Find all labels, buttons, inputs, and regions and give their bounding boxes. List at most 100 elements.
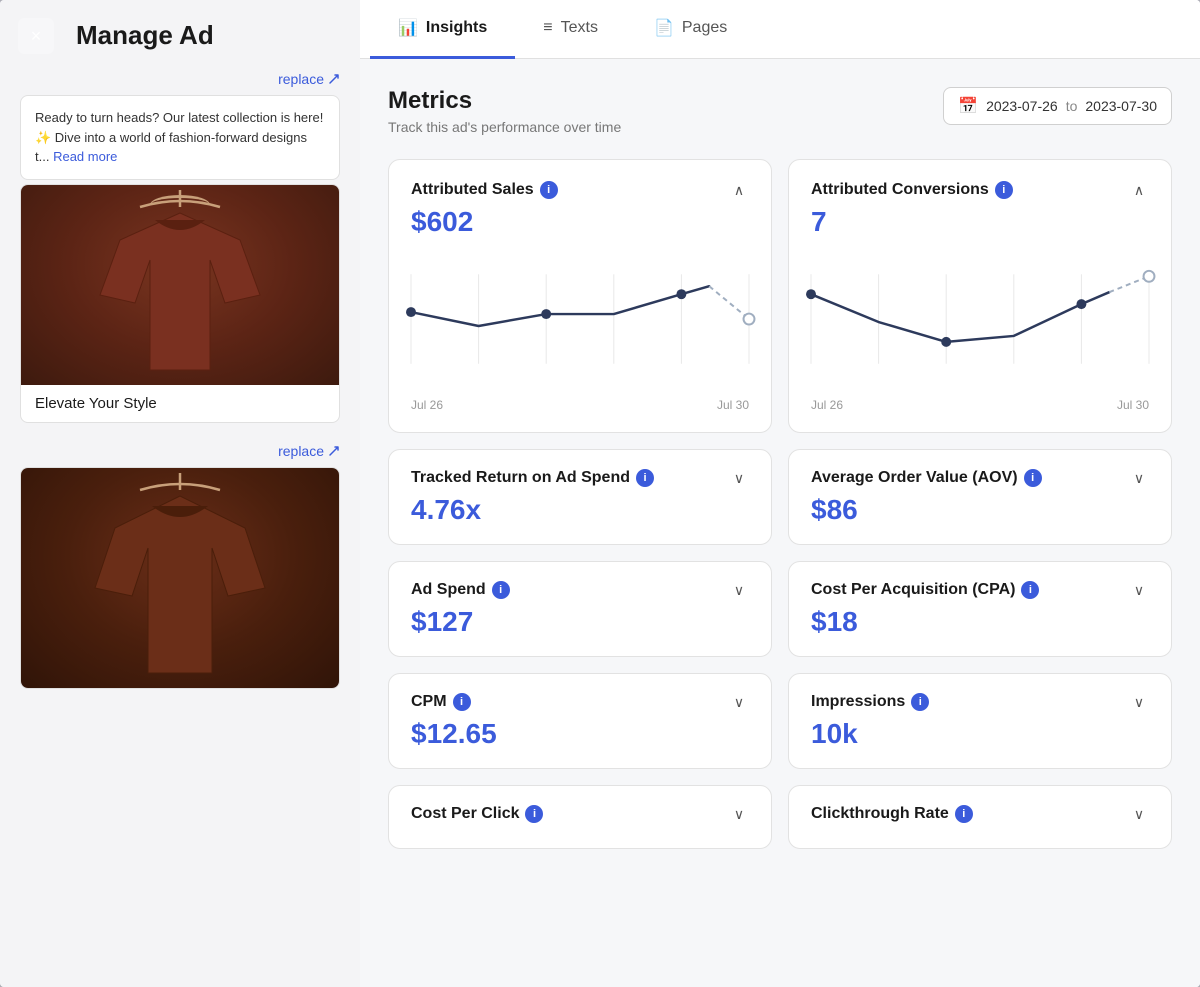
chart-svg-attributed-conversions <box>811 254 1149 394</box>
metric-card-ad-spend[interactable]: Ad Spend i ∨ $127 <box>388 561 772 657</box>
chart-label-right-attributed-conversions: Jul 30 <box>1117 398 1149 412</box>
metric-card-aov[interactable]: Average Order Value (AOV) i ∨ $86 <box>788 449 1172 545</box>
texts-icon: ≡ <box>543 19 552 37</box>
metric-card-tracked-roas[interactable]: Tracked Return on Ad Spend i ∨ 4.76x <box>388 449 772 545</box>
chart-svg-attributed-sales <box>411 254 749 394</box>
main-content: 📊 Insights ≡ Texts 📄 Pages Metrics <box>360 0 1200 987</box>
metric-card-cpa[interactable]: Cost Per Acquisition (CPA) i ∨ $18 <box>788 561 1172 657</box>
pages-icon: 📄 <box>654 18 674 38</box>
date-range-picker[interactable]: 📅 2023-07-26 to 2023-07-30 <box>943 87 1172 125</box>
tab-texts[interactable]: ≡ Texts <box>515 0 626 59</box>
info-icon-cpc[interactable]: i <box>525 805 543 823</box>
card-title-row-cpm: CPM i <box>411 693 471 711</box>
chevron-down-ctr[interactable]: ∨ <box>1129 804 1149 824</box>
ad-caption: Elevate Your Style <box>21 385 339 422</box>
card-header-impressions: Impressions i ∨ <box>811 692 1149 712</box>
card-title-ad-spend: Ad Spend <box>411 581 486 599</box>
metric-value-attributed-conversions: 7 <box>811 206 1149 238</box>
card-title-tracked-roas: Tracked Return on Ad Spend <box>411 469 630 487</box>
sweater-image-1 <box>21 185 339 385</box>
chevron-down-cpa[interactable]: ∨ <box>1129 580 1149 600</box>
card-title-row-cpa: Cost Per Acquisition (CPA) i <box>811 581 1039 599</box>
tab-insights[interactable]: 📊 Insights <box>370 0 515 59</box>
card-header-ctr: Clickthrough Rate i ∨ <box>811 804 1149 824</box>
card-title-attributed-sales: Attributed Sales <box>411 181 534 199</box>
metrics-header: Metrics Track this ad's performance over… <box>388 87 1172 135</box>
card-title-row-ad-spend: Ad Spend i <box>411 581 510 599</box>
card-title-impressions: Impressions <box>811 693 905 711</box>
tab-bar: 📊 Insights ≡ Texts 📄 Pages <box>360 0 1200 59</box>
metric-value-cpm: $12.65 <box>411 718 749 750</box>
metric-card-cpm[interactable]: CPM i ∨ $12.65 <box>388 673 772 769</box>
chart-labels-attributed-conversions: Jul 26 Jul 30 <box>811 398 1149 412</box>
chevron-down-ad-spend[interactable]: ∨ <box>729 580 749 600</box>
metrics-subtitle: Track this ad's performance over time <box>388 119 621 135</box>
info-icon-impressions[interactable]: i <box>911 693 929 711</box>
replace-link-1[interactable]: replace <box>20 71 340 87</box>
metric-value-aov: $86 <box>811 494 1149 526</box>
metric-value-impressions: 10k <box>811 718 1149 750</box>
metric-card-ctr[interactable]: Clickthrough Rate i ∨ <box>788 785 1172 849</box>
metric-card-attributed-conversions[interactable]: Attributed Conversions i ∧ 7 <box>788 159 1172 433</box>
replace-icon-1 <box>328 73 340 85</box>
card-title-attributed-conversions: Attributed Conversions <box>811 181 989 199</box>
metric-card-impressions[interactable]: Impressions i ∨ 10k <box>788 673 1172 769</box>
chart-attributed-conversions <box>811 254 1149 394</box>
calendar-icon: 📅 <box>958 96 978 116</box>
chevron-down-cpc[interactable]: ∨ <box>729 804 749 824</box>
chevron-down-cpm[interactable]: ∨ <box>729 692 749 712</box>
info-icon-tracked-roas[interactable]: i <box>636 469 654 487</box>
sweater-svg-1 <box>21 185 339 385</box>
date-from: 2023-07-26 <box>986 98 1058 114</box>
second-ad-section: replace <box>20 443 340 689</box>
card-title-row-aov: Average Order Value (AOV) i <box>811 469 1042 487</box>
close-button[interactable]: × <box>18 18 54 54</box>
card-header-aov: Average Order Value (AOV) i ∨ <box>811 468 1149 488</box>
card-title-row-tracked-roas: Tracked Return on Ad Spend i <box>411 469 654 487</box>
tab-pages[interactable]: 📄 Pages <box>626 0 755 59</box>
chevron-down-aov[interactable]: ∨ <box>1129 468 1149 488</box>
info-icon-aov[interactable]: i <box>1024 469 1042 487</box>
info-icon-attributed-sales[interactable]: i <box>540 181 558 199</box>
card-header-cpm: CPM i ∨ <box>411 692 749 712</box>
info-icon-cpa[interactable]: i <box>1021 581 1039 599</box>
metric-value-cpa: $18 <box>811 606 1149 638</box>
replace-icon-2 <box>328 445 340 457</box>
metric-card-cpc[interactable]: Cost Per Click i ∨ <box>388 785 772 849</box>
info-icon-ad-spend[interactable]: i <box>492 581 510 599</box>
card-title-row-cpc: Cost Per Click i <box>411 805 543 823</box>
ad-text-preview: Ready to turn heads? Our latest collecti… <box>20 95 340 180</box>
card-title-cpm: CPM <box>411 693 447 711</box>
chevron-down-impressions[interactable]: ∨ <box>1129 692 1149 712</box>
card-title-cpa: Cost Per Acquisition (CPA) <box>811 581 1015 599</box>
card-title-row-ctr: Clickthrough Rate i <box>811 805 973 823</box>
sidebar: Manage Ad replace Ready to turn heads? O… <box>0 0 360 987</box>
chevron-up-attributed-sales[interactable]: ∧ <box>729 180 749 200</box>
insights-icon: 📊 <box>398 18 418 38</box>
chevron-up-attributed-conversions[interactable]: ∧ <box>1129 180 1149 200</box>
card-title-ctr: Clickthrough Rate <box>811 805 949 823</box>
metrics-header-left: Metrics Track this ad's performance over… <box>388 87 621 135</box>
metric-card-attributed-sales[interactable]: Attributed Sales i ∧ $602 <box>388 159 772 433</box>
card-title-row-attributed-sales: Attributed Sales i <box>411 181 558 199</box>
chart-label-right-attributed-sales: Jul 30 <box>717 398 749 412</box>
modal-overlay: × Manage Ad replace Ready to turn heads?… <box>0 0 1200 987</box>
info-icon-attributed-conversions[interactable]: i <box>995 181 1013 199</box>
card-header-ad-spend: Ad Spend i ∨ <box>411 580 749 600</box>
card-header-attributed-sales: Attributed Sales i ∧ <box>411 180 749 200</box>
chevron-down-tracked-roas[interactable]: ∨ <box>729 468 749 488</box>
metric-value-attributed-sales: $602 <box>411 206 749 238</box>
chart-label-left-attributed-sales: Jul 26 <box>411 398 443 412</box>
chart-attributed-sales <box>411 254 749 394</box>
card-header-cpa: Cost Per Acquisition (CPA) i ∨ <box>811 580 1149 600</box>
manage-ad-modal: × Manage Ad replace Ready to turn heads?… <box>0 0 1200 987</box>
ad-image-card-1: Elevate Your Style <box>20 184 340 423</box>
ad-image-card-2 <box>20 467 340 689</box>
date-to-label: to <box>1066 98 1078 114</box>
metrics-cards-grid: Attributed Sales i ∧ $602 <box>388 159 1172 849</box>
replace-link-2[interactable]: replace <box>20 443 340 459</box>
sweater-image-2 <box>21 468 339 688</box>
info-icon-cpm[interactable]: i <box>453 693 471 711</box>
info-icon-ctr[interactable]: i <box>955 805 973 823</box>
read-more-link[interactable]: Read more <box>53 149 117 164</box>
